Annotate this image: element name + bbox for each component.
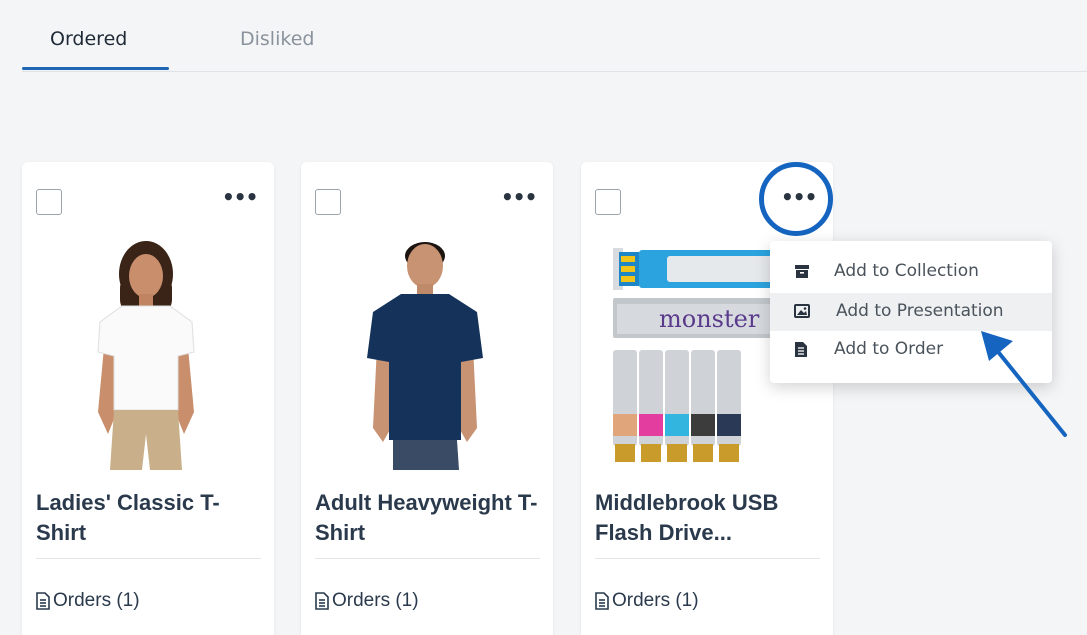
more-options-button[interactable]: ••• [781,187,817,214]
orders-label: Orders (1) [53,590,140,611]
menu-item-add-to-presentation[interactable]: Add to Presentation [770,293,1052,331]
archive-box-icon [794,263,810,284]
active-tab-indicator [22,67,169,70]
product-title[interactable]: Adult Heavyweight T-Shirt [315,488,540,548]
product-card[interactable]: ••• monster Middlebrook USB Flash Drive.… [581,162,833,635]
select-checkbox[interactable] [36,189,62,215]
document-icon [595,592,609,610]
select-checkbox[interactable] [315,189,341,215]
card-divider [315,558,540,559]
orders-link[interactable]: Orders (1) [595,590,699,612]
document-icon [794,341,808,363]
usb-drive-array [613,350,741,462]
context-menu: Add to Collection Add to Presentation Ad… [770,241,1052,383]
product-title[interactable]: Middlebrook USB Flash Drive... [595,488,820,548]
orders-link[interactable]: Orders (1) [36,590,140,612]
image-icon [794,303,810,324]
product-image[interactable] [22,234,274,474]
card-divider [595,558,820,559]
product-card[interactable]: ••• Ladies' Classic T-Shirt Orders (1) [22,162,274,635]
usb-brand-text: monster [659,305,760,333]
product-card[interactable]: ••• Adult Heavyweight T-Shirt Orders (1) [301,162,553,635]
product-title[interactable]: Ladies' Classic T-Shirt [36,488,261,548]
select-checkbox[interactable] [595,189,621,215]
card-divider [36,558,261,559]
tab-ordered[interactable]: Ordered [50,28,127,50]
document-icon [36,592,50,610]
more-options-button[interactable]: ••• [222,187,258,214]
orders-label: Orders (1) [612,590,699,611]
product-image[interactable] [301,234,553,474]
tab-bar: Ordered Disliked [22,0,1087,72]
menu-item-add-to-order[interactable]: Add to Order [770,331,1052,369]
orders-label: Orders (1) [332,590,419,611]
menu-item-add-to-collection[interactable]: Add to Collection [770,253,1052,291]
more-options-button[interactable]: ••• [501,187,537,214]
document-icon [315,592,329,610]
orders-link[interactable]: Orders (1) [315,590,419,612]
tab-disliked[interactable]: Disliked [240,28,314,50]
